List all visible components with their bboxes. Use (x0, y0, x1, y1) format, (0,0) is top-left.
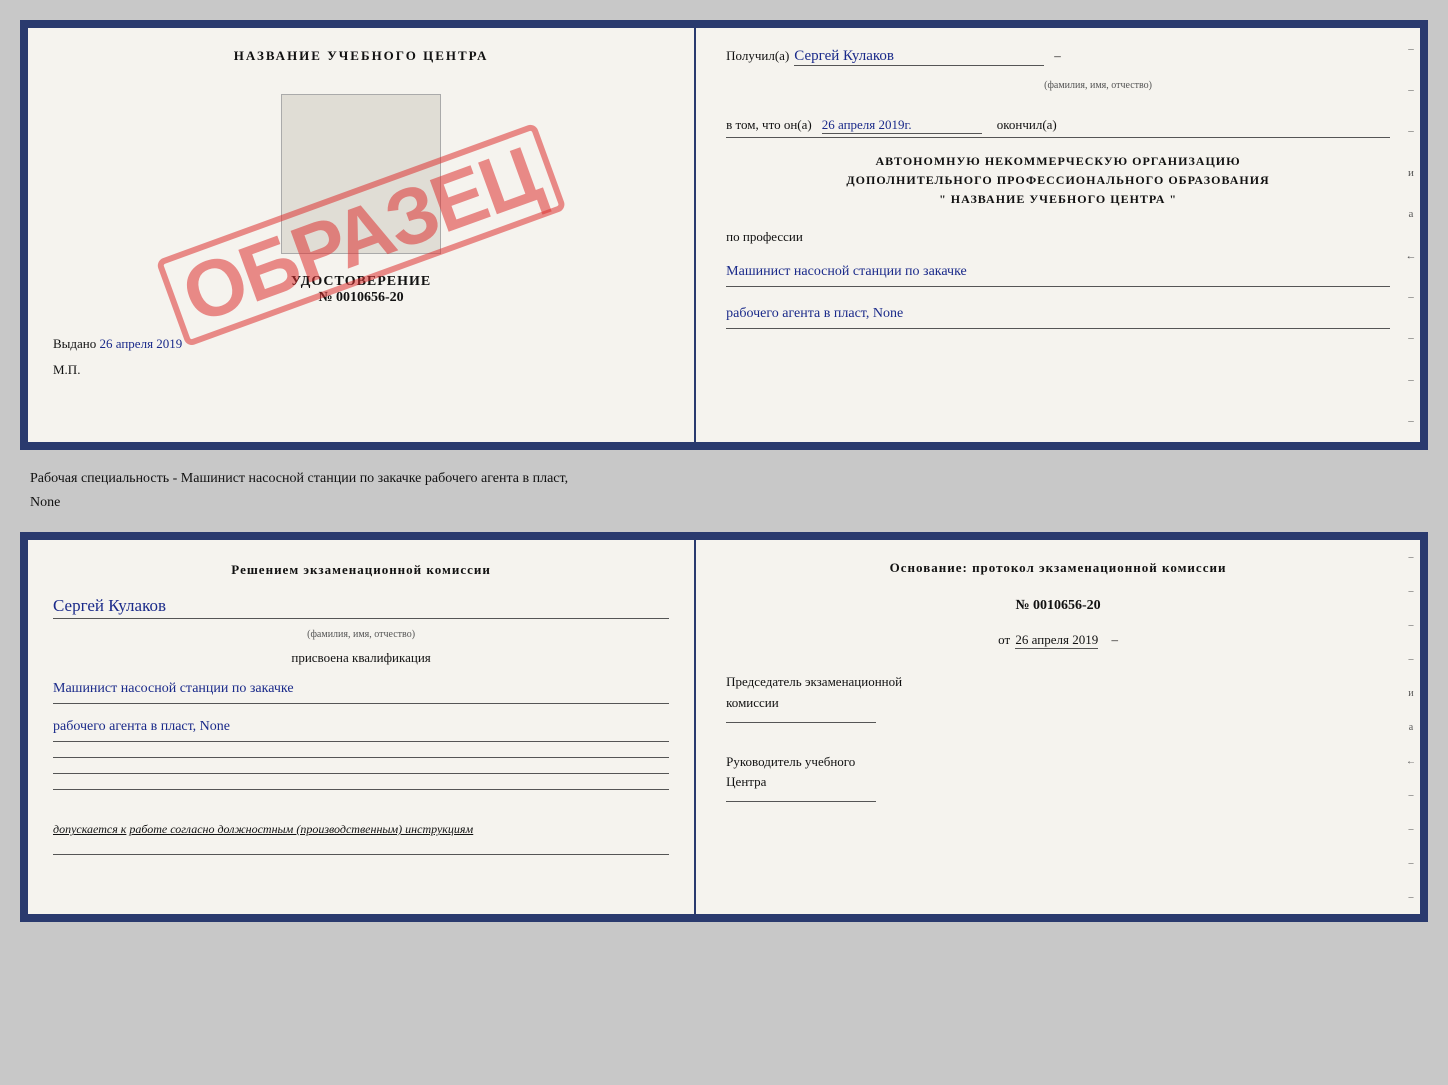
cert-bottom-left: Решением экзаменационной комиссии Сергей… (28, 540, 696, 914)
predsedatel-line1: Председатель экзаменационной (726, 672, 1390, 693)
predsedatel-sig-line (726, 722, 876, 723)
sig-line-1 (53, 757, 669, 758)
poluchil-label: Получил(а) (726, 48, 789, 64)
rukovoditel-line2: Центра (726, 772, 1390, 793)
vtom-line: в том, что он(а) 26 апреля 2019г. окончи… (726, 117, 1390, 138)
middle-text-line2: None (30, 491, 1418, 515)
sig-line-4 (53, 854, 669, 855)
vydano-label: Выдано (53, 336, 96, 351)
vert-marks-right: ––––иа←–––– (1402, 540, 1420, 914)
predsedatel-block: Председатель экзаменационной комиссии (726, 672, 1390, 723)
po-professii: по профессии (726, 229, 1390, 245)
rukovoditel-line1: Руководитель учебного (726, 752, 1390, 773)
bottom-fio-hint: (фамилия, имя, отчество) (53, 629, 669, 640)
komissia-text: Решением экзаменационной комиссии (53, 560, 669, 581)
rukovoditel-sig-line (726, 801, 876, 802)
bottom-prof2: рабочего агента в пласт, None (53, 714, 669, 742)
udost-num: № 0010656-20 (291, 290, 431, 306)
cert-title: НАЗВАНИЕ УЧЕБНОГО ЦЕНТРА (234, 48, 489, 64)
vtom-label: в том, что он(а) (726, 117, 812, 133)
proto-date: от 26 апреля 2019 – (726, 632, 1390, 648)
org-line3: " НАЗВАНИЕ УЧЕБНОГО ЦЕНТРА " (726, 190, 1390, 209)
vert-dashes: –––иа←–––– (1402, 28, 1420, 442)
poluchil-name: Сергей Кулаков (794, 48, 1044, 66)
bottom-prof1: Машинист насосной станции по закачке (53, 676, 669, 704)
org-line1: АВТОНОМНУЮ НЕКОММЕРЧЕСКУЮ ОРГАНИЗАЦИЮ (726, 152, 1390, 171)
sig-line-3 (53, 789, 669, 790)
profession-line2: рабочего агента в пласт, None (726, 301, 1390, 329)
fio-hint-top: (фамилия, имя, отчество) (1044, 80, 1152, 91)
mp-label: М.П. (53, 362, 80, 378)
okonchil-label: окончил(а) (997, 117, 1057, 133)
rukovoditel-block: Руководитель учебного Центра (726, 752, 1390, 803)
dopuskaetsya-label: допускается к (53, 822, 126, 836)
dopuskaetsya-text: допускается к работе согласно должностны… (53, 820, 669, 839)
dopuskaetsya-work: работе согласно должностным (производств… (129, 822, 473, 836)
top-certificate: НАЗВАНИЕ УЧЕБНОГО ЦЕНТРА УДОСТОВЕРЕНИЕ №… (20, 20, 1428, 450)
proto-date-val: 26 апреля 2019 (1015, 632, 1098, 649)
proto-num: № 0010656-20 (726, 598, 1390, 614)
bottom-certificate: Решением экзаменационной комиссии Сергей… (20, 532, 1428, 922)
udost-block: УДОСТОВЕРЕНИЕ № 0010656-20 (291, 274, 431, 306)
cert-bottom-right: Основание: протокол экзаменационной коми… (696, 540, 1420, 914)
org-line2: ДОПОЛНИТЕЛЬНОГО ПРОФЕССИОНАЛЬНОГО ОБРАЗО… (726, 171, 1390, 190)
cert-right-panel: Получил(а) Сергей Кулаков – (фамилия, им… (696, 28, 1420, 442)
cert-left-panel: НАЗВАНИЕ УЧЕБНОГО ЦЕНТРА УДОСТОВЕРЕНИЕ №… (28, 28, 696, 442)
sig-line-2 (53, 773, 669, 774)
proto-ot-label: от (998, 632, 1010, 647)
bottom-name: Сергей Кулаков (53, 596, 669, 619)
vtom-date: 26 апреля 2019г. (822, 117, 982, 134)
osnovanie-text: Основание: протокол экзаменационной коми… (726, 560, 1390, 576)
poluchil-line: Получил(а) Сергей Кулаков – (726, 48, 1390, 69)
org-block: АВТОНОМНУЮ НЕКОММЕРЧЕСКУЮ ОРГАНИЗАЦИЮ ДО… (726, 152, 1390, 210)
stamp-area (281, 94, 441, 254)
vydano-line: Выдано 26 апреля 2019 (53, 336, 669, 352)
middle-text-line1: Рабочая специальность - Машинист насосно… (30, 467, 1418, 491)
page-wrapper: НАЗВАНИЕ УЧЕБНОГО ЦЕНТРА УДОСТОВЕРЕНИЕ №… (20, 20, 1428, 922)
middle-text-area: Рабочая специальность - Машинист насосно… (20, 462, 1428, 520)
udost-title: УДОСТОВЕРЕНИЕ (291, 274, 431, 290)
prisvoena-text: присвоена квалификация (53, 650, 669, 666)
vydano-date: 26 апреля 2019 (100, 336, 183, 351)
profession-line1: Машинист насосной станции по закачке (726, 259, 1390, 287)
predsedatel-line2: комиссии (726, 693, 1390, 714)
